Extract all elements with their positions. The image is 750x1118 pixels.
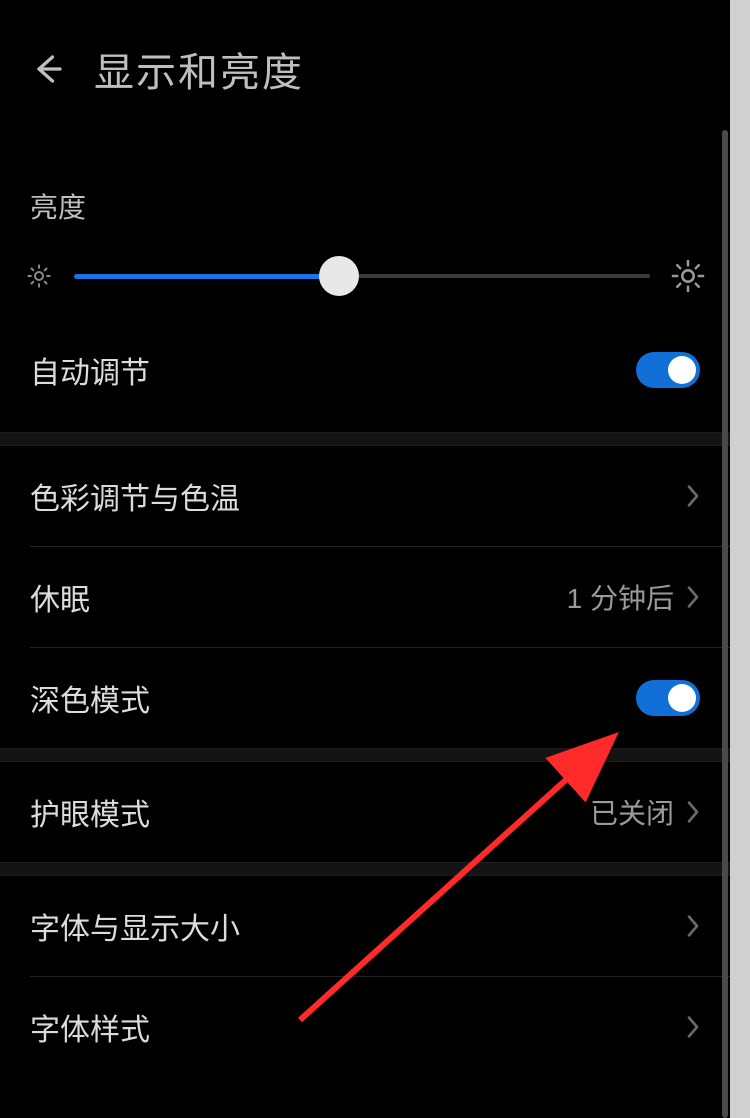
dark-mode-row[interactable]: 深色模式 (0, 648, 730, 748)
font-display-row[interactable]: 字体与显示大小 (0, 876, 730, 976)
dark-mode-label: 深色模式 (30, 676, 150, 720)
chevron-right-icon (686, 1015, 700, 1039)
brightness-slider[interactable] (74, 256, 650, 296)
dark-mode-toggle[interactable] (636, 680, 700, 716)
sleep-row[interactable]: 休眠 1 分钟后 (0, 547, 730, 647)
eye-comfort-label: 护眼模式 (30, 790, 150, 834)
sleep-label: 休眠 (30, 575, 90, 619)
page-title: 显示和亮度 (94, 40, 304, 98)
slider-track-filled (74, 274, 339, 279)
font-style-row[interactable]: 字体样式 (0, 977, 730, 1077)
auto-adjust-row[interactable]: 自动调节 (0, 308, 730, 432)
back-icon[interactable] (30, 51, 66, 87)
scrollbar[interactable] (722, 130, 728, 1118)
brightness-high-icon (668, 256, 708, 296)
header: 显示和亮度 (0, 0, 730, 128)
eye-comfort-row[interactable]: 护眼模式 已关闭 (0, 762, 730, 862)
settings-screen: 显示和亮度 亮度 自动调节 色彩调节与色温 休眠 1 分钟后 (0, 0, 730, 1118)
chevron-right-icon (686, 484, 700, 508)
auto-adjust-label: 自动调节 (30, 348, 150, 392)
sleep-value: 1 分钟后 (567, 577, 674, 617)
chevron-right-icon (686, 800, 700, 824)
slider-thumb[interactable] (319, 256, 359, 296)
separator (0, 748, 730, 762)
chevron-right-icon (686, 914, 700, 938)
brightness-low-icon (22, 259, 56, 293)
color-temp-label: 色彩调节与色温 (30, 474, 240, 518)
eye-comfort-value: 已关闭 (590, 792, 674, 832)
font-display-label: 字体与显示大小 (30, 904, 240, 948)
chevron-right-icon (686, 585, 700, 609)
separator (0, 862, 730, 876)
brightness-slider-row (0, 238, 730, 308)
slider-track-empty (339, 274, 650, 278)
color-temp-row[interactable]: 色彩调节与色温 (0, 446, 730, 546)
separator (0, 432, 730, 446)
auto-adjust-toggle[interactable] (636, 352, 700, 388)
font-style-label: 字体样式 (30, 1005, 150, 1049)
brightness-label: 亮度 (0, 128, 730, 238)
